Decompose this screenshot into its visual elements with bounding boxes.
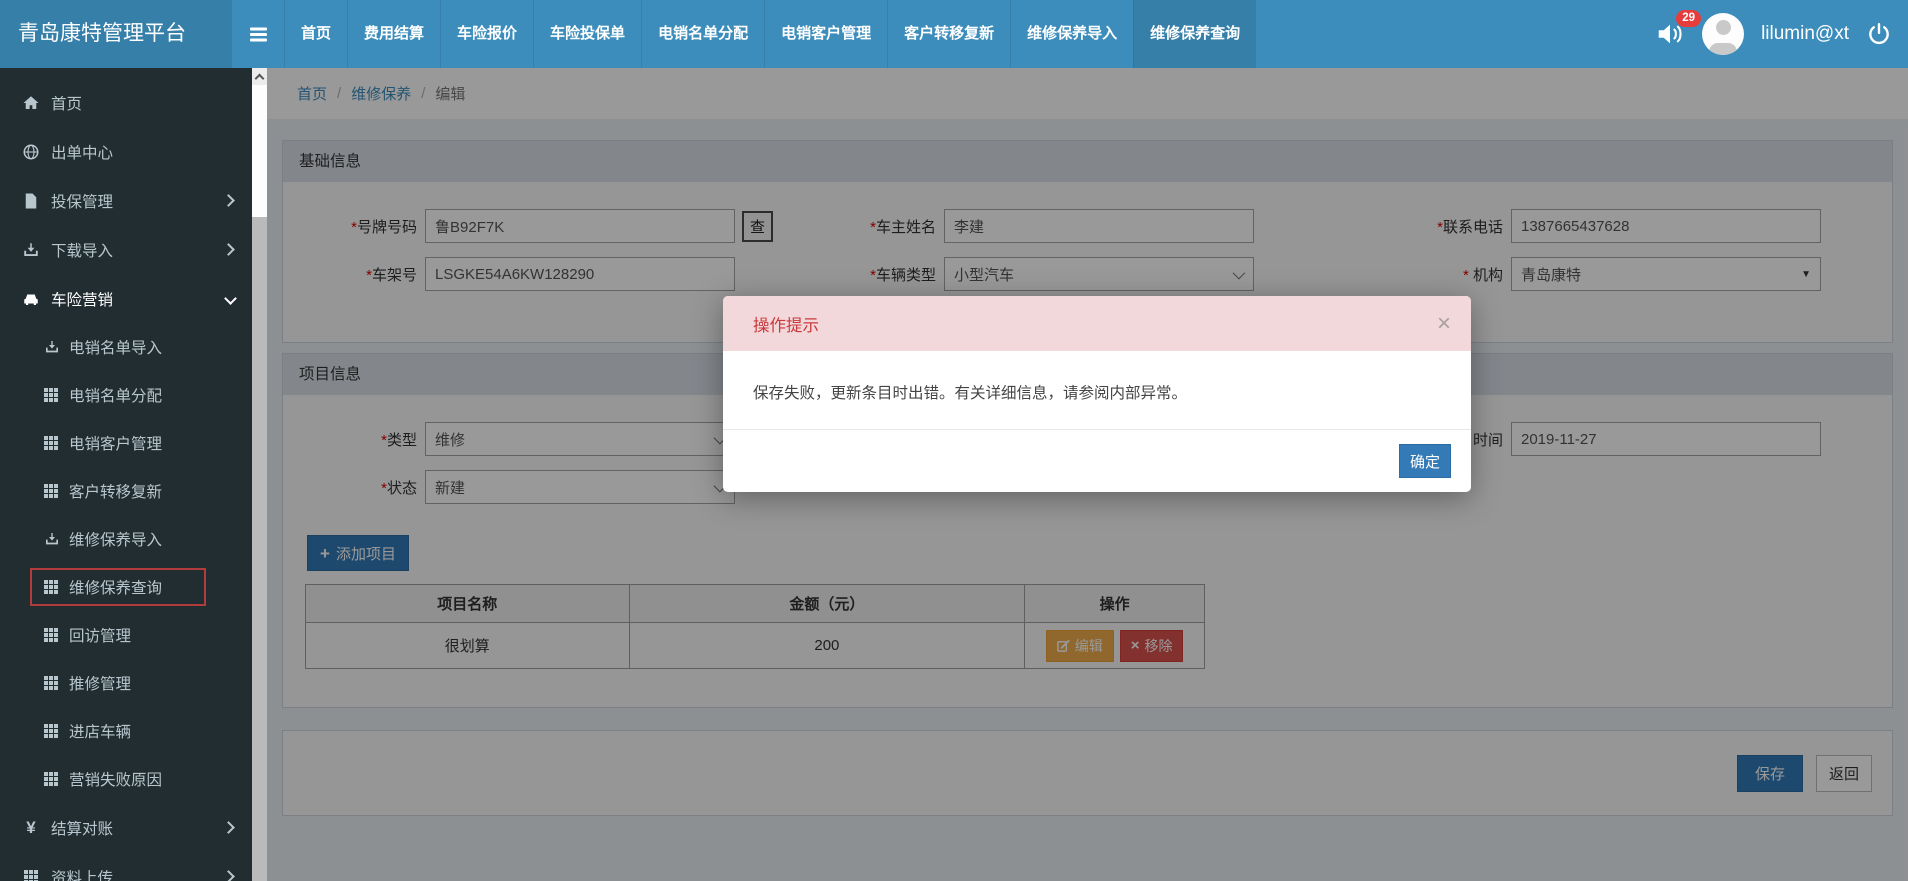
sidebar-item-label: 电销名单分配 bbox=[69, 388, 163, 405]
nav-item-customer-transfer[interactable]: 客户转移复新 bbox=[887, 0, 1010, 68]
sidebar-item-material-upload[interactable]: 资料上传 bbox=[0, 852, 252, 881]
modal-title: 操作提示 bbox=[753, 316, 819, 335]
sidebar-item-label: 车险营销 bbox=[51, 291, 114, 309]
sidebar-subitem-instore-vehicles[interactable]: 进店车辆 bbox=[0, 707, 252, 755]
home-icon bbox=[23, 95, 39, 109]
nav-item-home[interactable]: 首页 bbox=[284, 0, 347, 68]
close-icon[interactable]: × bbox=[1437, 311, 1451, 336]
nav-item-insurance-quote[interactable]: 车险报价 bbox=[440, 0, 533, 68]
logout-button[interactable] bbox=[1866, 21, 1892, 47]
sidebar-item-label: 回访管理 bbox=[69, 628, 132, 645]
sidebar-item-car-marketing[interactable]: 车险营销 bbox=[0, 274, 252, 323]
grid-icon bbox=[24, 869, 28, 874]
document-icon bbox=[25, 193, 37, 208]
grid-icon bbox=[44, 580, 48, 584]
import-icon bbox=[46, 533, 58, 545]
chevron-right-icon bbox=[222, 243, 235, 256]
grid-icon bbox=[44, 388, 48, 392]
nav-item-insurance-policy[interactable]: 车险投保单 bbox=[533, 0, 641, 68]
sidebar: 首页 出单中心 投保管理 下载导入 车险营销 电销名单导入 电销名单分配 电销客… bbox=[0, 68, 252, 881]
sidebar-item-label: 电销客户管理 bbox=[69, 436, 163, 453]
sidebar-item-label: 出单中心 bbox=[51, 144, 114, 162]
hamburger-icon bbox=[249, 32, 267, 36]
nav-item-maintenance-import[interactable]: 维修保养导入 bbox=[1010, 0, 1133, 68]
sidebar-item-label: 维修保养查询 bbox=[69, 580, 163, 597]
navbar-right: 29 lilumin@xt bbox=[1655, 0, 1908, 68]
import-icon bbox=[46, 341, 58, 353]
sidebar-subitem-telesales-list-import[interactable]: 电销名单导入 bbox=[0, 323, 252, 371]
grid-icon bbox=[44, 772, 48, 776]
import-icon bbox=[24, 242, 38, 256]
sidebar-item-label: 投保管理 bbox=[51, 193, 114, 211]
scroll-up-arrow-icon bbox=[254, 73, 265, 83]
modal-message: 保存失败，更新条目时出错。有关详细信息，请参阅内部异常。 bbox=[753, 385, 1188, 402]
grid-icon bbox=[44, 676, 48, 680]
grid-icon bbox=[44, 484, 48, 488]
sidebar-item-label: 进店车辆 bbox=[69, 724, 132, 741]
modal-header: 操作提示 × bbox=[723, 296, 1471, 351]
sidebar-scrollbar[interactable] bbox=[252, 68, 267, 881]
sidebar-item-settlement-reconcile[interactable]: ¥ 结算对账 bbox=[0, 803, 252, 852]
notifications-button[interactable]: 29 bbox=[1655, 10, 1702, 49]
sidebar-item-label: 推修管理 bbox=[69, 676, 132, 693]
chevron-right-icon bbox=[222, 870, 235, 881]
sidebar-item-policy-management[interactable]: 投保管理 bbox=[0, 176, 252, 225]
sidebar-item-label: 营销失败原因 bbox=[69, 772, 163, 789]
brand-title: 青岛康特管理平台 bbox=[0, 0, 232, 68]
sidebar-subitem-maintenance-import[interactable]: 维修保养导入 bbox=[0, 515, 252, 563]
avatar-body-shape bbox=[1709, 43, 1738, 55]
sidebar-subitem-telesales-customer[interactable]: 电销客户管理 bbox=[0, 419, 252, 467]
car-icon bbox=[24, 294, 38, 305]
grid-icon bbox=[44, 724, 48, 728]
avatar-head-shape bbox=[1715, 20, 1731, 35]
sidebar-item-label: 资料上传 bbox=[51, 869, 114, 881]
nav-item-fee-settlement[interactable]: 费用结算 bbox=[347, 0, 440, 68]
sidebar-item-label: 维修保养导入 bbox=[69, 532, 163, 549]
scrollbar-thumb[interactable] bbox=[252, 85, 267, 217]
chevron-down-icon bbox=[224, 292, 237, 305]
sidebar-item-label: 首页 bbox=[51, 95, 83, 113]
chevron-right-icon bbox=[222, 194, 235, 207]
sidebar-subitem-maintenance-query[interactable]: 维修保养查询 bbox=[0, 563, 252, 611]
sidebar-item-label: 结算对账 bbox=[51, 820, 114, 838]
avatar[interactable] bbox=[1702, 13, 1745, 55]
power-icon bbox=[1869, 23, 1889, 45]
notification-badge: 29 bbox=[1676, 10, 1702, 27]
top-menu: 首页 费用结算 车险报价 车险投保单 电销名单分配 电销客户管理 客户转移复新 … bbox=[284, 0, 1257, 68]
grid-icon bbox=[44, 628, 48, 632]
nav-item-maintenance-query[interactable]: 维修保养查询 bbox=[1133, 0, 1257, 68]
sidebar-subitem-revisit-management[interactable]: 回访管理 bbox=[0, 611, 252, 659]
grid-icon bbox=[44, 436, 48, 440]
globe-icon bbox=[23, 144, 39, 159]
sidebar-subitem-telesales-list-assign[interactable]: 电销名单分配 bbox=[0, 371, 252, 419]
chevron-right-icon bbox=[222, 821, 235, 834]
sidebar-item-label: 客户转移复新 bbox=[69, 484, 163, 501]
sidebar-item-order-center[interactable]: 出单中心 bbox=[0, 127, 252, 176]
sidebar-subitem-marketing-failure-reason[interactable]: 营销失败原因 bbox=[0, 755, 252, 803]
sidebar-subitem-customer-transfer[interactable]: 客户转移复新 bbox=[0, 467, 252, 515]
nav-item-telesales-customer[interactable]: 电销客户管理 bbox=[764, 0, 887, 68]
sidebar-item-home[interactable]: 首页 bbox=[0, 78, 252, 127]
sidebar-item-label: 电销名单导入 bbox=[69, 340, 163, 357]
nav-item-telesales-list-assign[interactable]: 电销名单分配 bbox=[641, 0, 764, 68]
modal-footer: 确定 bbox=[723, 429, 1471, 492]
scroll-up-button[interactable] bbox=[252, 68, 267, 85]
ok-button[interactable]: 确定 bbox=[1399, 444, 1451, 478]
sidebar-toggle-button[interactable] bbox=[232, 0, 284, 68]
username[interactable]: lilumin@xt bbox=[1761, 23, 1849, 45]
sidebar-item-label: 下载导入 bbox=[51, 242, 114, 260]
modal-dialog: 操作提示 × 保存失败，更新条目时出错。有关详细信息，请参阅内部异常。 确定 bbox=[723, 296, 1471, 492]
sidebar-subitem-repair-referral[interactable]: 推修管理 bbox=[0, 659, 252, 707]
app-root: 青岛康特管理平台 首页 费用结算 车险报价 车险投保单 电销名单分配 电销客户管… bbox=[0, 0, 1908, 881]
top-navbar: 青岛康特管理平台 首页 费用结算 车险报价 车险投保单 电销名单分配 电销客户管… bbox=[0, 0, 1908, 68]
sidebar-item-download-import[interactable]: 下载导入 bbox=[0, 225, 252, 274]
yen-icon: ¥ bbox=[26, 817, 36, 837]
